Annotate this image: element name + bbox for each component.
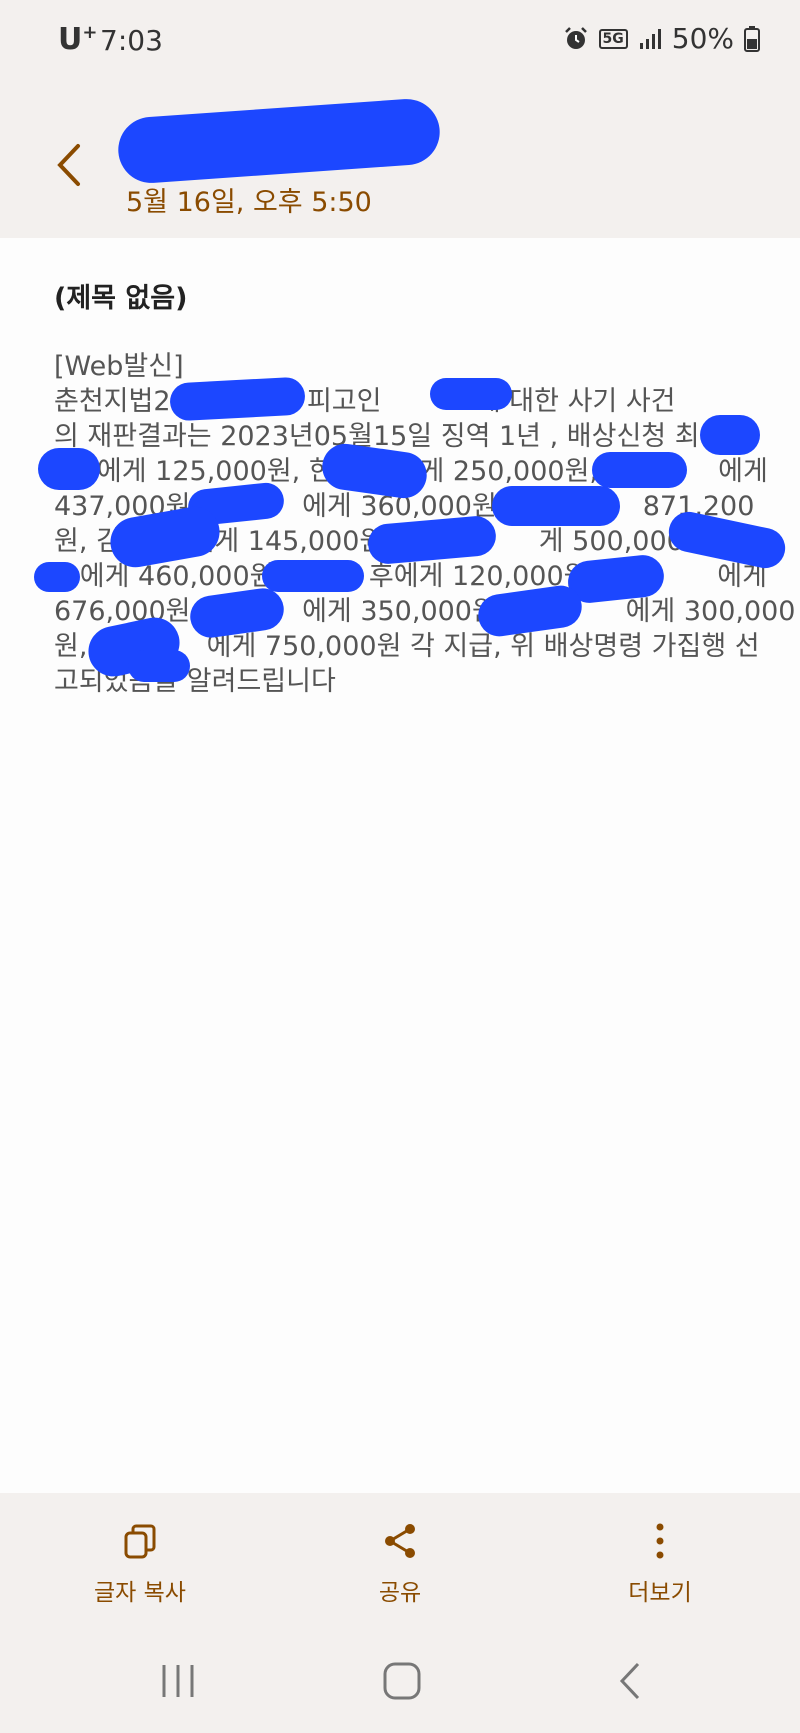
body-line: 의 재판결과는 2023년05월15일 징역 1년 , 배상신청 최 xyxy=(54,421,700,452)
more-vertical-icon xyxy=(656,1523,664,1559)
battery-icon xyxy=(744,25,760,52)
battery-percent: 50% xyxy=(671,22,734,55)
recent-apps-icon[interactable] xyxy=(158,1661,198,1701)
carrier-label: U+ xyxy=(58,22,98,57)
message-date: 5월 16일, 오후 5:50 xyxy=(126,187,372,218)
share-icon xyxy=(385,1524,415,1558)
copy-text-button[interactable]: 글자 복사 xyxy=(50,1521,230,1607)
back-arrow-icon[interactable] xyxy=(52,140,92,190)
message-toolbar: 글자 복사 공유 더보기 xyxy=(0,1493,800,1633)
redaction-mark xyxy=(262,560,364,592)
redaction-mark xyxy=(128,650,190,682)
message-header: 5월 16일, 오후 5:50 xyxy=(0,80,800,238)
status-time: 7:03 xyxy=(100,24,163,57)
home-icon[interactable] xyxy=(382,1661,422,1701)
more-button[interactable]: 더보기 xyxy=(570,1521,750,1607)
redaction-mark xyxy=(700,415,760,455)
redaction-mark xyxy=(592,452,687,488)
more-label: 더보기 xyxy=(628,1580,692,1606)
redaction-mark xyxy=(169,376,306,422)
body-line: [Web발신] xyxy=(54,351,184,382)
alarm-icon xyxy=(564,26,587,49)
redaction-mark xyxy=(34,562,80,592)
share-button[interactable]: 공유 xyxy=(310,1521,490,1607)
copy-text-label: 글자 복사 xyxy=(94,1580,186,1606)
sender-name-redaction xyxy=(116,96,442,186)
message-subject: (제목 없음) xyxy=(54,283,188,314)
signal-icon xyxy=(639,28,661,49)
copy-icon xyxy=(124,1524,156,1559)
share-label: 공유 xyxy=(378,1580,422,1606)
redaction-mark xyxy=(492,486,620,526)
status-bar: U+ 7:03 5G 50% xyxy=(0,0,800,80)
nav-back-icon[interactable] xyxy=(610,1661,650,1701)
system-nav-bar xyxy=(0,1633,800,1733)
network-5g-icon: 5G xyxy=(598,28,628,49)
redaction-mark xyxy=(38,448,100,490)
redaction-mark xyxy=(430,378,512,410)
body-line: 춘천지법2 호 피고인 에 대한 사기 사건 xyxy=(54,386,676,417)
